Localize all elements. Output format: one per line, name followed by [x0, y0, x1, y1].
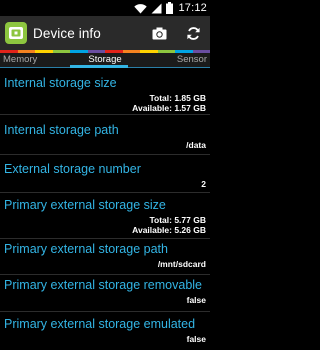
list-item[interactable]: Primary external storage path /mnt/sdcar… — [0, 239, 210, 277]
signal-icon — [151, 3, 162, 13]
refresh-icon — [186, 26, 200, 40]
app-title: Device info — [33, 25, 101, 41]
item-title: Internal storage size — [4, 76, 117, 90]
item-value-secondary: Available: 1.57 GB — [132, 103, 206, 113]
battery-icon — [166, 2, 174, 14]
item-value: false — [186, 334, 206, 344]
refresh-button[interactable] — [176, 16, 210, 50]
status-bar: 17:12 — [0, 0, 210, 16]
item-value: Total: 5.77 GB — [149, 215, 206, 225]
status-time: 17:12 — [178, 2, 207, 14]
wifi-icon — [134, 3, 148, 14]
item-title: Primary external storage path — [4, 242, 168, 256]
item-value: Total: 1.85 GB — [149, 93, 206, 103]
list-item[interactable]: External storage number 2 — [0, 155, 210, 193]
item-title: External storage number — [4, 162, 141, 176]
app-logo-icon[interactable] — [5, 22, 27, 44]
screenshot-button[interactable] — [142, 16, 176, 50]
item-value: 2 — [201, 179, 206, 189]
list-item[interactable]: Primary external storage emulated false — [0, 312, 210, 350]
tab-sensor[interactable]: Sensor — [177, 53, 207, 68]
item-title: Primary external storage size — [4, 198, 166, 212]
action-bar: Device info — [0, 16, 210, 50]
list-item[interactable]: Primary external storage removable false — [0, 275, 210, 313]
item-title: Primary external storage removable — [4, 278, 202, 292]
item-value-secondary: Available: 5.26 GB — [132, 225, 206, 235]
storage-list: Internal storage size Total: 1.85 GB Ava… — [0, 68, 210, 350]
device-info-screen: 17:12 Device info Memory Storage Sensor … — [0, 0, 210, 350]
item-value: /mnt/sdcard — [157, 259, 206, 269]
item-value: /data — [186, 140, 206, 150]
item-title: Primary external storage emulated — [4, 317, 196, 331]
item-value: false — [186, 295, 206, 305]
item-title: Internal storage path — [4, 123, 119, 137]
list-item[interactable]: Internal storage size Total: 1.85 GB Ava… — [0, 68, 210, 113]
list-item[interactable]: Internal storage path /data — [0, 115, 210, 153]
list-item[interactable]: Primary external storage size Total: 5.7… — [0, 193, 210, 237]
camera-icon — [152, 27, 166, 39]
